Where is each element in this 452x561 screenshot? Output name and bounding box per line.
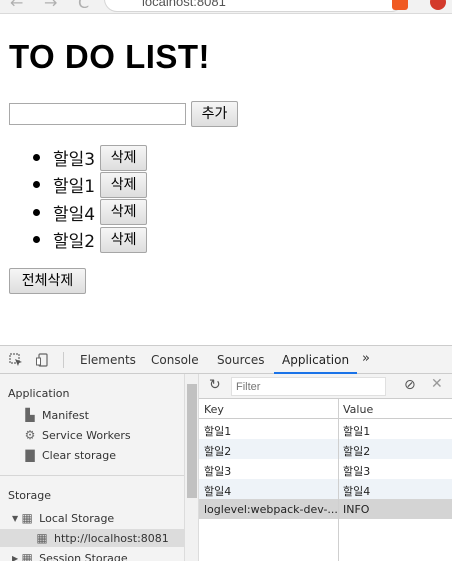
delete-button[interactable]: 삭제 (100, 199, 148, 226)
inspect-element-icon[interactable] (9, 353, 23, 367)
toolbar-divider (63, 352, 64, 368)
todo-item: 할일1 삭제 (33, 171, 148, 198)
bullet-icon (33, 208, 40, 216)
storage-grid-icon: ▦ (21, 551, 33, 561)
reload-icon[interactable]: C (78, 0, 89, 12)
bullet-icon (33, 236, 40, 244)
todo-text: 할일4 (53, 204, 96, 225)
row-value: 할일1 (343, 425, 371, 438)
delete-button[interactable]: 삭제 (100, 171, 148, 198)
delete-selected-icon[interactable]: ✕ (431, 376, 443, 392)
gear-icon: ⚙ (24, 428, 36, 442)
table-header: Key Value (199, 399, 452, 419)
table-row[interactable]: 할일2 할일2 (199, 439, 452, 459)
filter-input[interactable] (231, 377, 386, 396)
todo-item: 할일4 삭제 (33, 199, 148, 226)
refresh-icon[interactable]: ↻ (209, 377, 221, 393)
sidebar-item-local-storage[interactable]: ▼ ▦ Local Storage (12, 511, 114, 525)
expand-down-icon[interactable]: ▼ (12, 514, 18, 523)
sidebar-item-label: Session Storage (39, 551, 128, 561)
sidebar-item-label: Clear storage (42, 448, 117, 462)
address-url: localhost:8081 (142, 0, 226, 9)
sidebar-item-label: http://localhost:8081 (54, 531, 169, 545)
row-value: 할일3 (343, 465, 371, 478)
browser-toolbar: ← → C localhost:8081 (0, 0, 452, 14)
todo-text: 할일1 (53, 177, 96, 198)
clear-all-icon[interactable]: ⊘ (404, 377, 416, 393)
sidebar-item-clear-storage[interactable]: ▇ Clear storage (24, 448, 116, 462)
profile-avatar-icon[interactable] (430, 0, 446, 10)
row-key: 할일2 (204, 445, 232, 458)
page-title: TO DO LIST! (9, 38, 211, 75)
sidebar-item-service-workers[interactable]: ⚙ Service Workers (24, 428, 131, 442)
storage-view: ↻ ⊘ ✕ Key Value 할일1 할일1 할일2 할일2 할일3 할일3 (199, 374, 452, 561)
row-value: INFO (343, 503, 370, 516)
table-row[interactable]: loglevel:webpack-dev-... INFO (199, 499, 452, 519)
tab-console[interactable]: Console (151, 346, 199, 374)
sidebar-item-label: Manifest (42, 408, 89, 422)
delete-button[interactable]: 삭제 (100, 144, 148, 171)
extension-icon[interactable] (392, 0, 408, 10)
sidebar-item-session-storage[interactable]: ▶ ▦ Session Storage (12, 551, 128, 561)
todo-item: 할일3 삭제 (33, 144, 148, 171)
forward-icon[interactable]: → (44, 0, 57, 12)
column-header-value[interactable]: Value (343, 403, 373, 416)
storage-section-header: Storage (8, 489, 52, 502)
sidebar-item-localhost[interactable]: ▦ http://localhost:8081 (36, 531, 169, 545)
column-header-key[interactable]: Key (204, 403, 338, 416)
row-key: loglevel:webpack-dev-... (204, 503, 338, 516)
row-key: 할일4 (204, 485, 232, 498)
storage-grid-icon: ▦ (36, 531, 48, 545)
todo-list: 할일3 삭제 할일1 삭제 할일4 삭제 할일2 삭제 (33, 144, 148, 253)
sidebar-divider (0, 475, 184, 476)
todo-item: 할일2 삭제 (33, 226, 148, 253)
row-key: 할일1 (204, 425, 232, 438)
storage-toolbar: ↻ ⊘ ✕ (199, 374, 452, 399)
devtools-panel: Elements Console Sources Application » A… (0, 345, 452, 561)
add-button[interactable]: 추가 (191, 101, 238, 127)
sidebar-item-manifest[interactable]: ▙ Manifest (24, 408, 89, 422)
delete-button[interactable]: 삭제 (100, 226, 148, 253)
tab-sources[interactable]: Sources (217, 346, 264, 374)
device-toolbar-icon[interactable] (36, 353, 50, 367)
file-icon: ▙ (25, 408, 35, 422)
back-icon[interactable]: ← (10, 0, 23, 12)
column-divider[interactable] (338, 399, 339, 561)
expand-right-icon[interactable]: ▶ (12, 554, 18, 561)
table-row[interactable]: 할일1 할일1 (199, 419, 452, 439)
sidebar-item-label: Service Workers (42, 428, 131, 442)
application-section-header: Application (8, 387, 70, 400)
sidebar-item-label: Local Storage (39, 511, 115, 525)
row-key: 할일3 (204, 465, 232, 478)
bullet-icon (33, 181, 40, 189)
devtools-tabbar: Elements Console Sources Application » (0, 346, 452, 374)
more-tabs-icon[interactable]: » (362, 346, 370, 374)
storage-grid-icon: ▦ (21, 511, 33, 525)
tab-application[interactable]: Application (274, 346, 358, 374)
trash-icon: ▇ (25, 448, 35, 462)
row-value: 할일2 (343, 445, 371, 458)
bullet-icon (33, 154, 40, 162)
row-value: 할일4 (343, 485, 371, 498)
table-row[interactable]: 할일3 할일3 (199, 459, 452, 479)
devtools-sidebar: Application ▙ Manifest ⚙ Service Workers… (0, 374, 184, 561)
tab-elements[interactable]: Elements (80, 346, 136, 374)
scrollbar-thumb[interactable] (187, 384, 197, 498)
todo-input[interactable] (9, 103, 186, 125)
table-row[interactable]: 할일4 할일4 (199, 479, 452, 499)
clear-all-button[interactable]: 전체삭제 (9, 268, 86, 294)
sidebar-scrollbar[interactable] (184, 374, 199, 561)
todo-text: 할일3 (53, 150, 96, 171)
todo-text: 할일2 (53, 232, 96, 253)
